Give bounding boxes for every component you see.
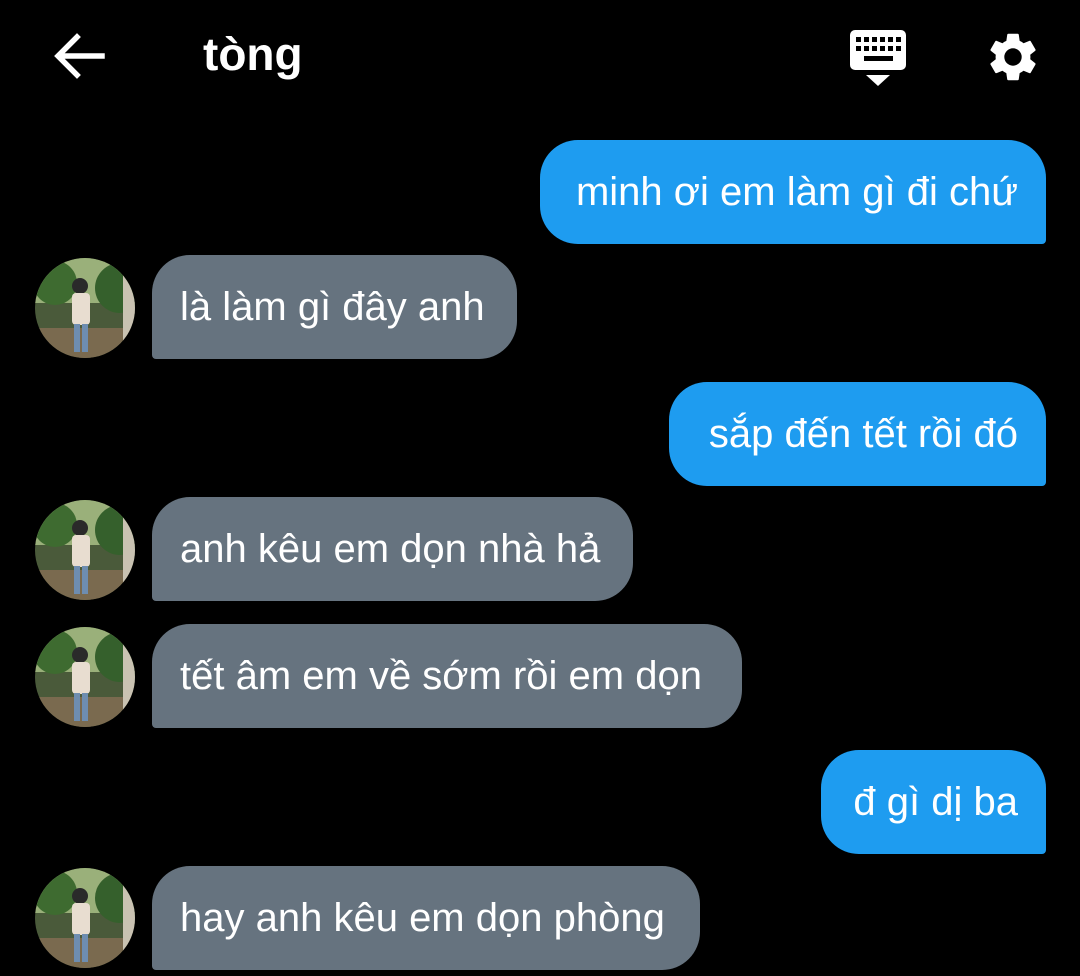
settings-button[interactable] (984, 28, 1042, 86)
message-text: sắp đến tết rồi đó (708, 412, 1018, 456)
message-text: anh kêu em dọn nhà hả (180, 527, 601, 571)
outgoing-message-bubble[interactable]: đ gì dị ba (821, 750, 1046, 854)
incoming-message-bubble[interactable]: tết âm em về sớm rồi em dọn (152, 624, 742, 728)
incoming-message-bubble[interactable]: hay anh kêu em dọn phòng (152, 866, 700, 970)
message-text: hay anh kêu em dọn phòng (180, 896, 665, 940)
outgoing-message-bubble[interactable]: sắp đến tết rồi đó (669, 382, 1046, 486)
incoming-message-bubble[interactable]: là làm gì đây anh (152, 255, 517, 359)
avatar[interactable] (35, 627, 135, 727)
avatar[interactable] (35, 868, 135, 968)
incoming-message-bubble[interactable]: anh kêu em dọn nhà hả (152, 497, 633, 601)
message-text: là làm gì đây anh (180, 285, 485, 329)
avatar[interactable] (35, 258, 135, 358)
avatar-photo (35, 868, 135, 968)
message-text: tết âm em về sớm rồi em dọn (180, 654, 702, 698)
outgoing-message-bubble[interactable]: minh ơi em làm gì đi chứ (540, 140, 1046, 244)
avatar-photo (35, 500, 135, 600)
chat-header: tòng (0, 0, 1080, 110)
message-text: minh ơi em làm gì đi chứ (575, 170, 1018, 214)
keyboard-hide-icon (850, 30, 906, 86)
avatar-photo (35, 258, 135, 358)
keyboard-toggle-button[interactable] (846, 28, 910, 88)
arrow-left-icon (54, 33, 105, 79)
gear-icon (990, 33, 1036, 81)
avatar[interactable] (35, 500, 135, 600)
conversation-title: tòng (203, 28, 303, 80)
message-text: đ gì dị ba (853, 780, 1018, 824)
back-button[interactable] (50, 27, 108, 85)
avatar-photo (35, 627, 135, 727)
